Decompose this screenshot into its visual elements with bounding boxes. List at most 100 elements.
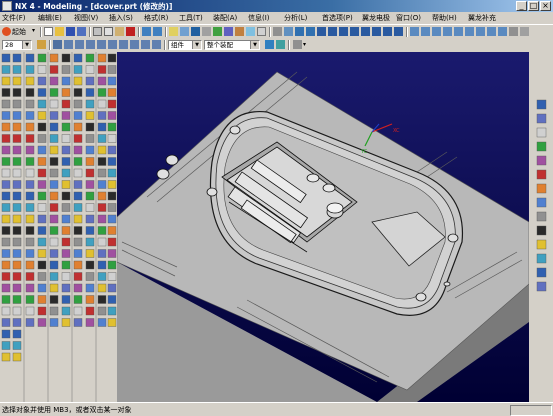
palette-tool-icon[interactable]	[107, 237, 117, 247]
palette-tool-icon[interactable]	[49, 272, 59, 281]
palette-tool-icon[interactable]	[1, 180, 11, 189]
palette-tool-icon[interactable]	[12, 260, 22, 270]
palette-tool-icon[interactable]	[85, 191, 95, 201]
palette-tool-icon[interactable]	[49, 318, 59, 327]
work-layer-select[interactable]: 28 ▼	[2, 40, 32, 50]
palette-tool-icon[interactable]	[37, 237, 47, 247]
minimize-button[interactable]: _	[516, 1, 527, 11]
redo-icon[interactable]	[153, 27, 162, 36]
palette-tool-icon[interactable]	[97, 226, 107, 235]
palette-tool-icon[interactable]	[12, 145, 22, 155]
palette-tool-icon[interactable]	[37, 318, 47, 327]
palette-tool-icon[interactable]	[12, 99, 22, 109]
palette-tool-icon[interactable]	[37, 53, 47, 63]
palette-tool-icon[interactable]	[1, 272, 11, 281]
palette-tool-icon[interactable]	[37, 145, 47, 155]
palette-tool-icon[interactable]	[61, 180, 71, 189]
palette-tool-icon[interactable]	[97, 318, 107, 327]
palette-tool-icon[interactable]	[12, 76, 22, 86]
palette-tool-icon[interactable]	[37, 180, 47, 189]
palette-tool-icon[interactable]	[37, 203, 47, 212]
right-tool-icon[interactable]	[536, 225, 547, 236]
palette-tool-icon[interactable]	[49, 134, 59, 143]
palette-tool-icon[interactable]	[12, 352, 22, 362]
right-tool-icon[interactable]	[536, 197, 547, 208]
right-tool-icon[interactable]	[536, 281, 547, 292]
palette-tool-icon[interactable]	[37, 260, 47, 270]
snap-control-icon[interactable]	[86, 40, 95, 49]
palette-tool-icon[interactable]	[1, 157, 11, 166]
view-iso-icon[interactable]	[350, 27, 359, 36]
palette-tool-icon[interactable]	[85, 249, 95, 258]
menu-supplement[interactable]: 翼龙补充	[468, 13, 496, 23]
palette-tool-icon[interactable]	[73, 306, 83, 316]
palette-tool-icon[interactable]	[1, 111, 11, 120]
palette-tool-icon[interactable]	[97, 214, 107, 224]
palette-tool-icon[interactable]	[12, 65, 22, 74]
palette-tool-icon[interactable]	[49, 145, 59, 155]
select-icon[interactable]	[180, 27, 189, 36]
palette-tool-icon[interactable]	[107, 88, 117, 97]
palette-tool-icon[interactable]	[37, 283, 47, 293]
open-icon[interactable]	[55, 27, 64, 36]
palette-tool-icon[interactable]	[1, 76, 11, 86]
palette-tool-icon[interactable]	[25, 99, 35, 109]
start-dropdown-arrow-icon[interactable]: ▾	[32, 27, 35, 34]
palette-tool-icon[interactable]	[85, 295, 95, 304]
info-icon[interactable]	[246, 27, 255, 36]
save-as-icon[interactable]	[77, 27, 86, 36]
maximize-button[interactable]: □	[528, 1, 539, 11]
view-right-icon[interactable]	[339, 27, 348, 36]
menu-help[interactable]: 帮助(H)	[432, 13, 457, 23]
palette-tool-icon[interactable]	[61, 214, 71, 224]
palette-tool-icon[interactable]	[12, 329, 22, 339]
right-tool-icon[interactable]	[536, 113, 547, 124]
selection-scope-dropdown-icon[interactable]: ▼	[250, 41, 259, 49]
nx-app-icon[interactable]	[2, 1, 12, 11]
palette-tool-icon[interactable]	[25, 226, 35, 235]
palette-tool-icon[interactable]	[107, 145, 117, 155]
palette-tool-icon[interactable]	[107, 76, 117, 86]
palette-tool-icon[interactable]	[25, 237, 35, 247]
palette-tool-icon[interactable]	[25, 145, 35, 155]
palette-tool-icon[interactable]	[25, 214, 35, 224]
palette-tool-icon[interactable]	[1, 226, 11, 235]
palette-tool-icon[interactable]	[1, 214, 11, 224]
palette-tool-icon[interactable]	[37, 272, 47, 281]
palette-tool-icon[interactable]	[37, 249, 47, 258]
layer-settings-icon[interactable]	[213, 27, 222, 36]
palette-tool-icon[interactable]	[73, 99, 83, 109]
palette-tool-icon[interactable]	[25, 203, 35, 212]
palette-tool-icon[interactable]	[12, 168, 22, 178]
right-tool-icon[interactable]	[536, 183, 547, 194]
palette-tool-icon[interactable]	[1, 283, 11, 293]
new-icon[interactable]	[44, 27, 53, 36]
palette-tool-icon[interactable]	[49, 76, 59, 86]
palette-tool-icon[interactable]	[107, 283, 117, 293]
palette-tool-icon[interactable]	[61, 306, 71, 316]
palette-tool-icon[interactable]	[97, 272, 107, 281]
type-filter-dropdown-icon[interactable]: ▼	[192, 41, 201, 49]
right-tool-icon[interactable]	[536, 169, 547, 180]
palette-tool-icon[interactable]	[107, 99, 117, 109]
palette-tool-icon[interactable]	[61, 111, 71, 120]
snap-center-icon[interactable]	[108, 40, 117, 49]
palette-tool-icon[interactable]	[37, 122, 47, 132]
palette-tool-icon[interactable]	[1, 53, 11, 63]
show-icon[interactable]	[202, 27, 211, 36]
palette-tool-icon[interactable]	[97, 283, 107, 293]
palette-tool-icon[interactable]	[85, 76, 95, 86]
palette-tool-icon[interactable]	[97, 157, 107, 166]
view-top-icon[interactable]	[317, 27, 326, 36]
undo-icon[interactable]	[142, 27, 151, 36]
copy-icon[interactable]	[104, 27, 113, 36]
palette-tool-icon[interactable]	[73, 53, 83, 63]
hidden-lines-icon[interactable]	[443, 27, 452, 36]
palette-tool-icon[interactable]	[25, 249, 35, 258]
palette-tool-icon[interactable]	[73, 260, 83, 270]
measure-icon[interactable]	[235, 27, 244, 36]
palette-tool-icon[interactable]	[107, 226, 117, 235]
crosshair-dropdown-icon[interactable]: ▾	[303, 41, 306, 48]
right-tool-icon[interactable]	[536, 239, 547, 250]
palette-tool-icon[interactable]	[61, 168, 71, 178]
